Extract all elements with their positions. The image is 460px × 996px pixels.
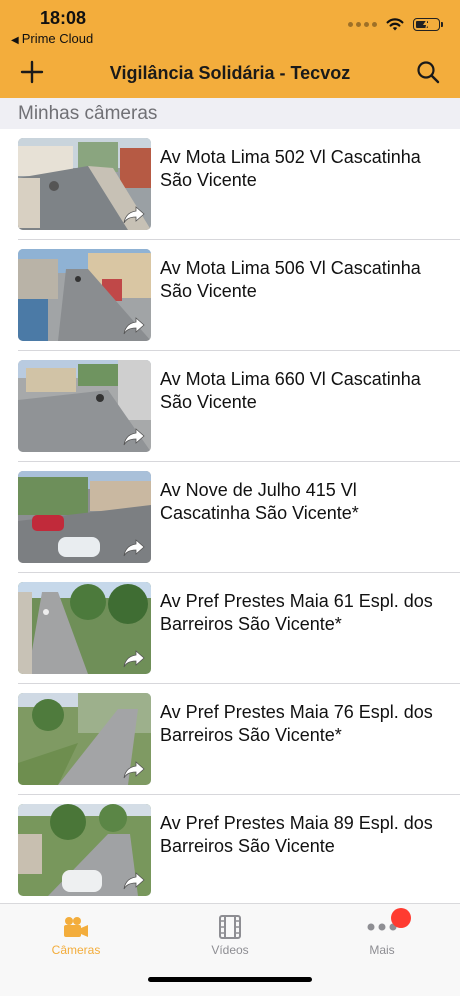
tab-label: Câmeras	[51, 943, 101, 957]
camera-list-item[interactable]: Av Mota Lima 502 Vl Cascatinha São Vicen…	[0, 129, 460, 240]
camera-list: Av Mota Lima 502 Vl Cascatinha São Vicen…	[0, 129, 460, 906]
camera-name: Av Pref Prestes Maia 89 Espl. dos Barrei…	[160, 813, 433, 856]
share-icon[interactable]	[123, 206, 145, 224]
status-indicators	[348, 14, 443, 34]
camera-thumbnail[interactable]	[18, 582, 151, 674]
search-icon[interactable]	[416, 60, 440, 84]
section-title: Minhas câmeras	[18, 103, 158, 124]
battery-icon	[413, 17, 443, 31]
camera-list-item[interactable]: Av Pref Prestes Maia 61 Espl. dos Barrei…	[0, 573, 460, 684]
share-icon[interactable]	[123, 650, 145, 668]
share-icon[interactable]	[123, 317, 145, 335]
notification-badge	[391, 908, 411, 928]
camera-name: Av Mota Lima 502 Vl Cascatinha São Vicen…	[160, 147, 421, 190]
camera-list-item[interactable]: Av Nove de Julho 415 Vl Cascatinha São V…	[0, 462, 460, 573]
camera-name: Av Mota Lima 660 Vl Cascatinha São Vicen…	[160, 369, 421, 412]
camera-name: Av Pref Prestes Maia 61 Espl. dos Barrei…	[160, 591, 433, 634]
section-header: Minhas câmeras	[0, 98, 460, 129]
tab-more[interactable]: Mais	[332, 908, 432, 957]
back-triangle-icon: ◀	[11, 35, 19, 46]
camera-list-item[interactable]: Av Mota Lima 506 Vl Cascatinha São Vicen…	[0, 240, 460, 351]
status-time: 18:08	[40, 8, 87, 28]
tab-cameras[interactable]: Câmeras	[26, 914, 126, 957]
camera-thumbnail[interactable]	[18, 804, 151, 896]
camera-thumbnail[interactable]	[18, 249, 151, 341]
camera-thumbnail[interactable]	[18, 693, 151, 785]
camera-list-item[interactable]: Av Pref Prestes Maia 89 Espl. dos Barrei…	[0, 795, 460, 906]
share-icon[interactable]	[123, 761, 145, 779]
home-indicator	[148, 977, 312, 982]
share-icon[interactable]	[123, 872, 145, 890]
camera-name: Av Pref Prestes Maia 76 Espl. dos Barrei…	[160, 702, 433, 745]
camera-name: Av Nove de Julho 415 Vl Cascatinha São V…	[160, 480, 359, 523]
camera-list-item[interactable]: Av Mota Lima 660 Vl Cascatinha São Vicen…	[0, 351, 460, 462]
share-icon[interactable]	[123, 539, 145, 557]
camera-list-item[interactable]: Av Pref Prestes Maia 76 Espl. dos Barrei…	[0, 684, 460, 795]
tab-label: Vídeos	[211, 943, 249, 957]
back-to-app-link[interactable]: ◀ Prime Cloud	[11, 31, 93, 46]
camera-thumbnail[interactable]	[18, 360, 151, 452]
camera-thumbnail[interactable]	[18, 138, 151, 230]
page-title: Vigilância Solidária - Tecvoz	[109, 63, 351, 83]
signal-icon	[348, 21, 377, 27]
film-icon	[219, 915, 241, 939]
share-icon[interactable]	[123, 428, 145, 446]
camera-name: Av Mota Lima 506 Vl Cascatinha São Vicen…	[160, 258, 421, 301]
back-app-label: Prime Cloud	[21, 31, 94, 46]
camera-thumbnail[interactable]	[18, 471, 151, 563]
video-camera-icon	[64, 917, 88, 937]
wifi-icon	[386, 18, 404, 31]
tab-videos[interactable]: Vídeos	[180, 914, 280, 957]
tab-label: Mais	[369, 943, 395, 957]
tab-bar: Câmeras Vídeos Mais	[0, 903, 460, 996]
header: 18:08 ◀ Prime Cloud Vigilância Solidária …	[0, 0, 460, 98]
